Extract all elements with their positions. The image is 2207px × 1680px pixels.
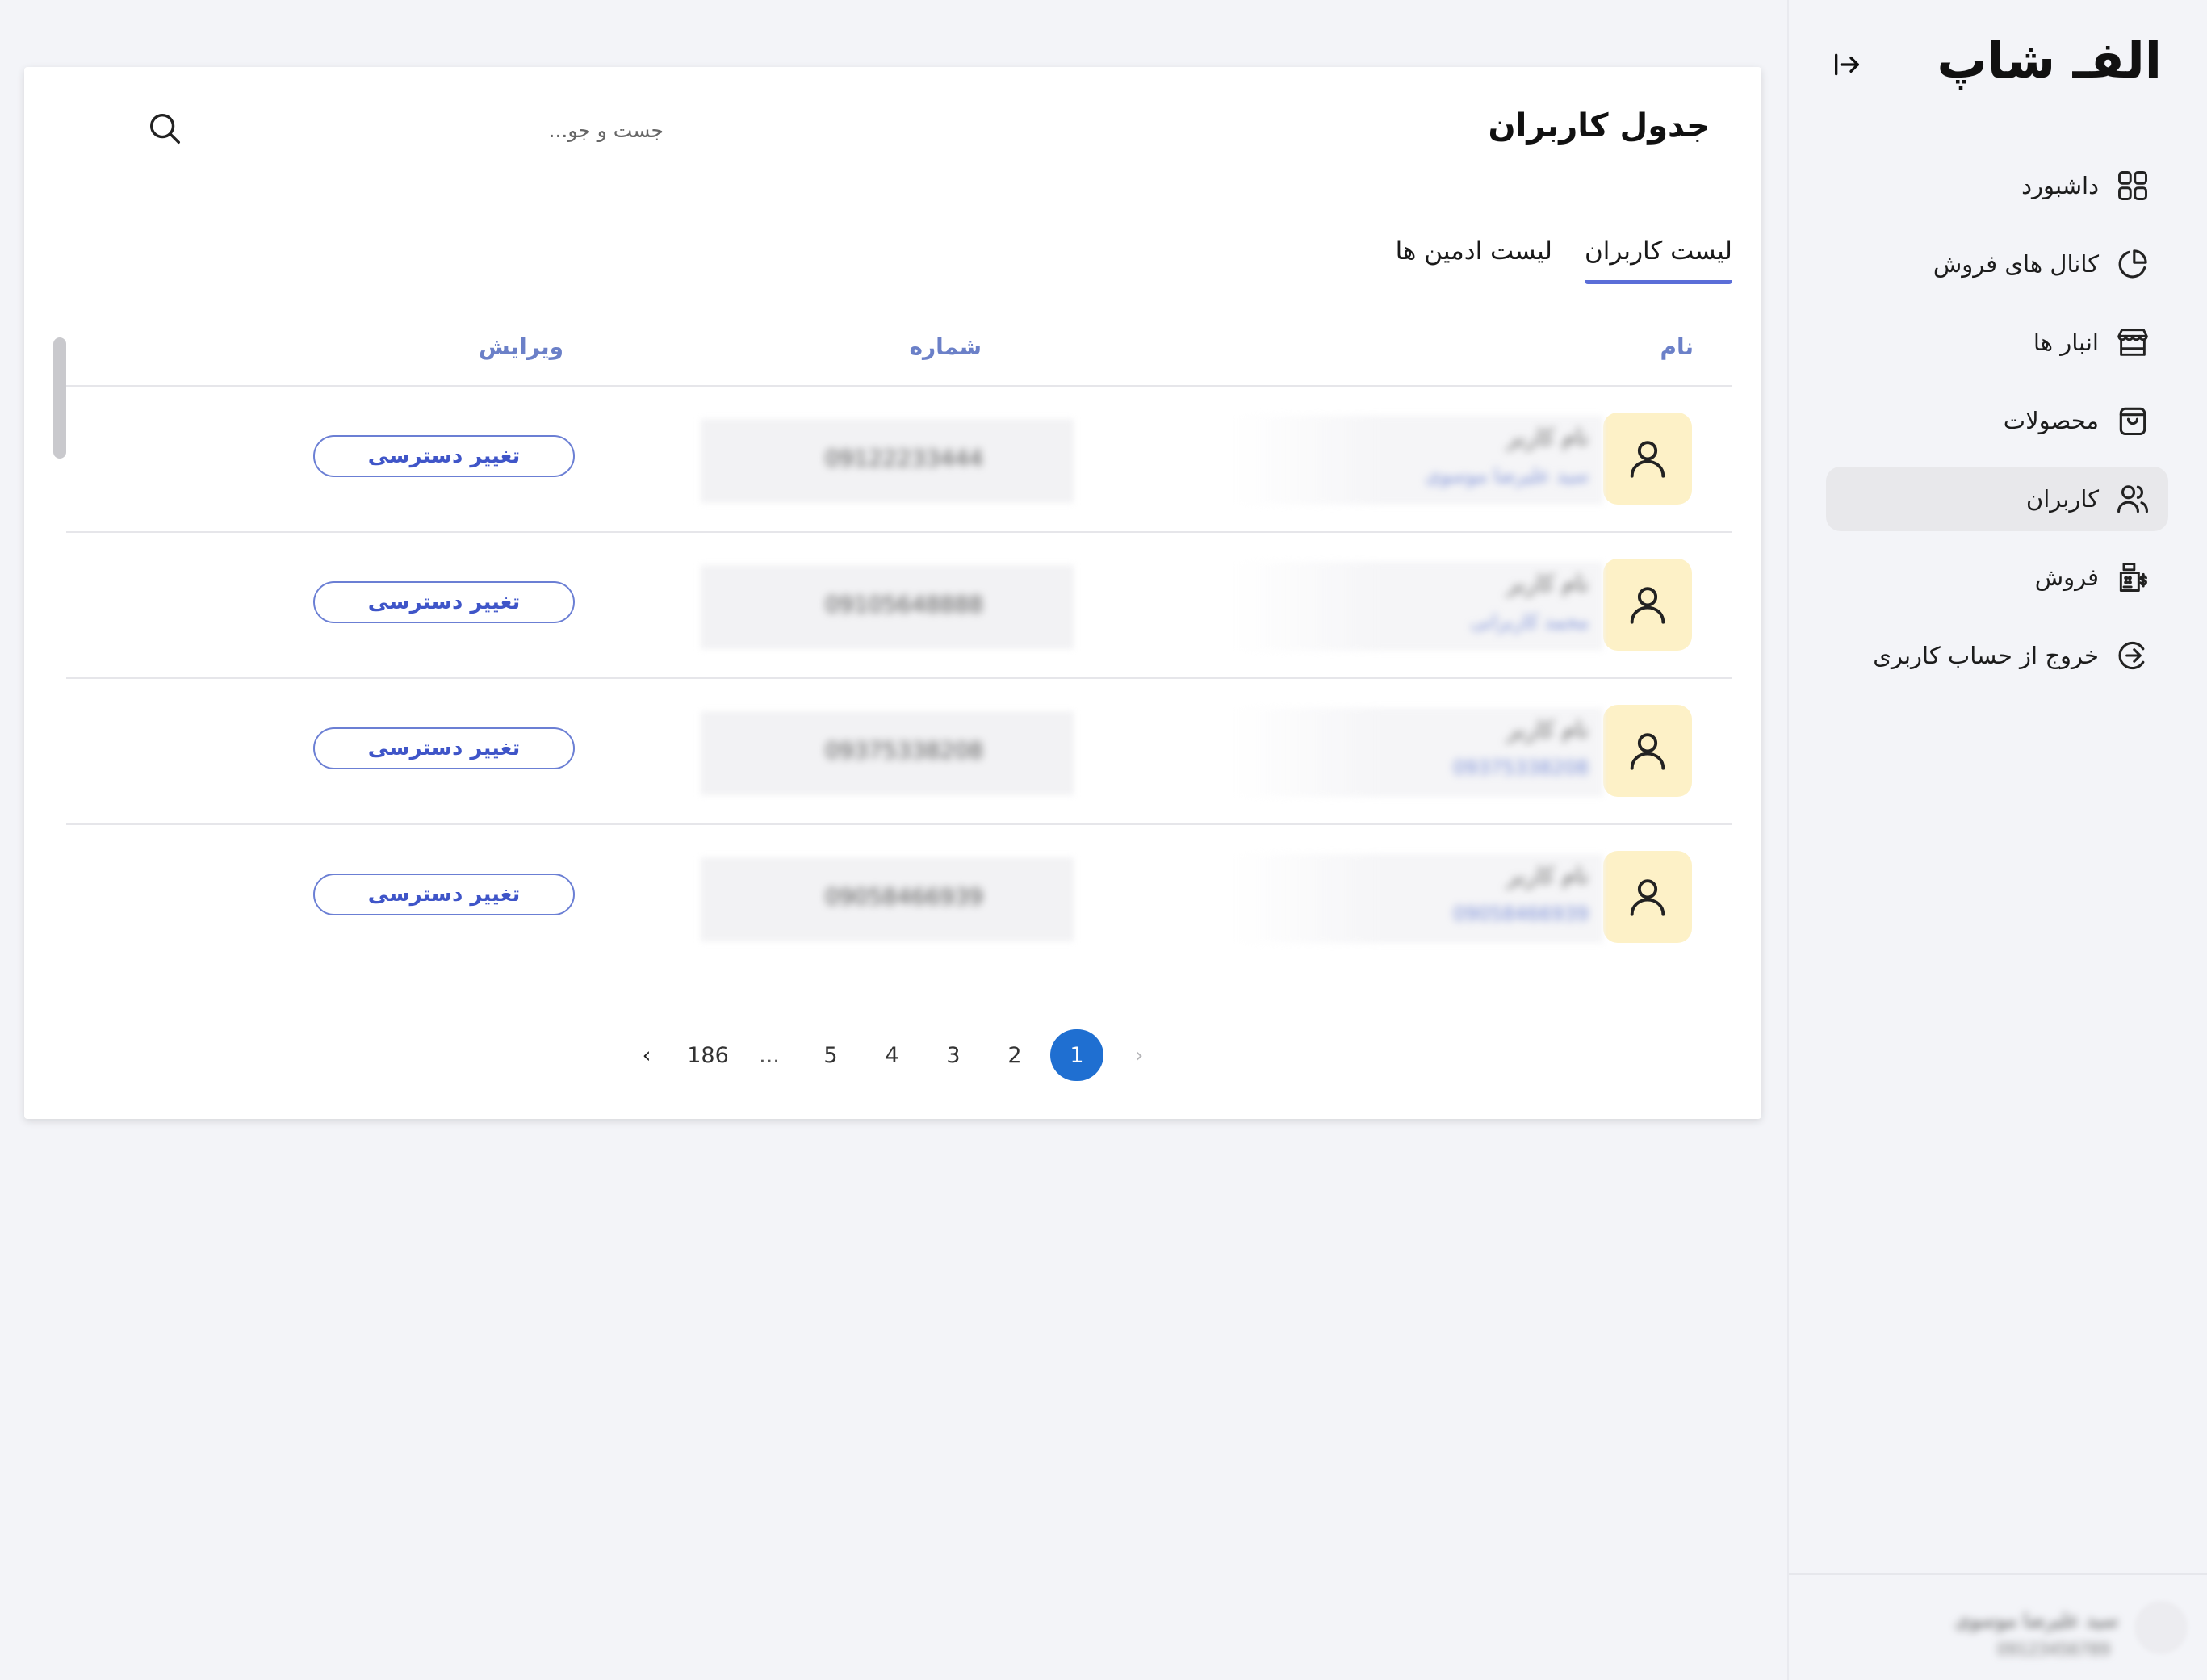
sidebar: الفـ شاپ داشبورد کانال های فروش انبار ها… — [1787, 0, 2207, 1680]
users-icon — [2113, 480, 2152, 518]
user-name: نام کاربر — [1506, 424, 1589, 450]
user-icon — [1630, 587, 1665, 624]
collapse-arrow-icon — [1835, 53, 1859, 76]
shopping-bag-icon — [2113, 401, 2152, 440]
grid-icon — [2113, 166, 2152, 205]
table-row: نام کاربر 09058466939 09058466939 تغییر … — [66, 825, 1732, 970]
user-subtitle: محمد کاربرانی — [1470, 610, 1589, 633]
sidebar-item-sales-channels[interactable]: کانال های فروش — [1826, 232, 2168, 296]
search-icon[interactable] — [140, 104, 189, 153]
sidebar-item-label: داشبورد — [2021, 172, 2099, 199]
sidebar-item-label: انبار ها — [2033, 329, 2099, 356]
avatar — [1603, 705, 1692, 797]
pie-chart-icon — [2113, 245, 2152, 283]
page-button-5[interactable]: 5 — [805, 1029, 856, 1081]
sales-register-icon — [2113, 558, 2152, 597]
tab-admins-list[interactable]: لیست ادمین ها — [1396, 237, 1552, 284]
column-header-edit: ویرایش — [478, 333, 563, 360]
user-icon — [1630, 441, 1665, 478]
search-input[interactable] — [145, 109, 665, 151]
column-header-number: شماره — [909, 333, 982, 360]
user-profile-footer[interactable]: سید علیرضا موسوی 09123456789 — [1789, 1573, 2207, 1680]
table-row: نام کاربر محمد کاربرانی 09105648888 تغیی… — [66, 533, 1732, 679]
users-table-card: جدول کاربران لیست کاربران لیست ادمین ها … — [24, 67, 1761, 1119]
user-number: 09375338208 — [825, 737, 983, 764]
store-icon — [2113, 323, 2152, 362]
avatar — [1603, 851, 1692, 943]
user-subtitle: 09058466939 — [1453, 903, 1589, 925]
page-button-2[interactable]: 2 — [989, 1029, 1041, 1081]
change-access-button[interactable]: تغییر دسترسی — [313, 581, 575, 623]
sidebar-item-label: کانال های فروش — [1933, 250, 2099, 278]
change-access-button[interactable]: تغییر دسترسی — [313, 727, 575, 769]
pagination-ellipsis: ... — [759, 1042, 780, 1068]
user-number: 09122233444 — [825, 445, 983, 471]
user-subtitle: 09375338208 — [1453, 756, 1589, 779]
table-header: نام شماره ویرایش — [66, 325, 1732, 387]
tab-bar: لیست کاربران لیست ادمین ها — [1396, 237, 1732, 284]
footer-user-phone: 09123456789 — [1997, 1640, 2110, 1659]
page-title: جدول کاربران — [1488, 107, 1711, 145]
avatar — [1603, 413, 1692, 505]
user-number: 09105648888 — [825, 591, 983, 618]
page-button-current[interactable]: 1 — [1050, 1029, 1104, 1081]
sidebar-item-label: فروش — [2034, 563, 2099, 591]
change-access-button[interactable]: تغییر دسترسی — [313, 874, 575, 915]
sidebar-item-warehouses[interactable]: انبار ها — [1826, 310, 2168, 375]
avatar — [1603, 559, 1692, 651]
pagination: ‹ 186 ... 5 4 3 2 1 › — [24, 1029, 1761, 1082]
sidebar-item-label: خروج از حساب کاربری — [1873, 642, 2099, 669]
avatar — [2134, 1601, 2188, 1654]
pagination-prev-button[interactable]: ‹ — [621, 1029, 672, 1081]
sidebar-item-sales[interactable]: فروش — [1826, 545, 2168, 610]
footer-user-name: سید علیرضا موسوی — [1954, 1609, 2118, 1632]
pagination-next-button[interactable]: › — [1113, 1029, 1165, 1081]
sidebar-item-label: محصولات — [2003, 407, 2099, 434]
sidebar-item-logout[interactable]: خروج از حساب کاربری — [1826, 623, 2168, 688]
logout-icon — [2113, 636, 2152, 675]
change-access-button[interactable]: تغییر دسترسی — [313, 435, 575, 477]
scrollbar[interactable] — [53, 337, 66, 459]
user-name: نام کاربر — [1506, 862, 1589, 889]
user-icon — [1630, 733, 1665, 770]
table-row: نام کاربر سید علیرضا موسوی 09122233444 ت… — [66, 387, 1732, 533]
sidebar-item-products[interactable]: محصولات — [1826, 388, 2168, 453]
sidebar-nav: داشبورد کانال های فروش انبار ها محصولات … — [1826, 153, 2168, 702]
page-button-last[interactable]: 186 — [682, 1029, 734, 1081]
sidebar-item-users[interactable]: کاربران — [1826, 467, 2168, 531]
sidebar-item-dashboard[interactable]: داشبورد — [1826, 153, 2168, 218]
tab-users-list[interactable]: لیست کاربران — [1584, 237, 1732, 284]
user-name: نام کاربر — [1506, 716, 1589, 743]
sidebar-item-label: کاربران — [2025, 485, 2099, 513]
column-header-name: نام — [1660, 333, 1694, 360]
user-subtitle: سید علیرضا موسوی — [1425, 464, 1589, 487]
table-row: نام کاربر 09375338208 09375338208 تغییر … — [66, 679, 1732, 825]
page-button-3[interactable]: 3 — [928, 1029, 979, 1081]
page-button-4[interactable]: 4 — [866, 1029, 918, 1081]
user-name: نام کاربر — [1506, 570, 1589, 597]
user-icon — [1630, 879, 1665, 916]
user-number: 09058466939 — [825, 883, 983, 910]
collapse-sidebar-button[interactable] — [1829, 47, 1865, 82]
table-body: نام کاربر سید علیرضا موسوی 09122233444 ت… — [66, 387, 1732, 970]
app-logo[interactable]: الفـ شاپ — [1937, 31, 2163, 90]
